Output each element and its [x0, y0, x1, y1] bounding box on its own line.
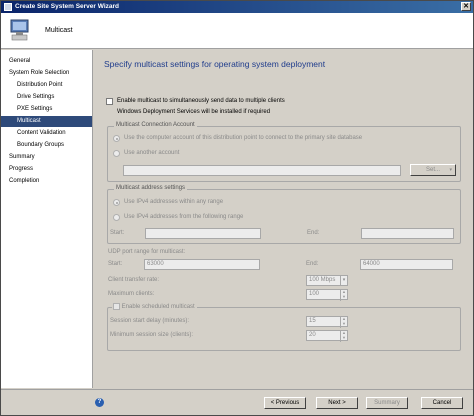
address-start-field[interactable] — [145, 228, 261, 239]
wds-note: Windows Deployment Services will be inst… — [117, 109, 271, 115]
session-size-value: 20 — [309, 332, 316, 338]
set-account-label: Set... — [425, 167, 440, 173]
spinner-arrows-icon: ▲ ▼ — [340, 331, 347, 342]
address-settings-group: Multicast address settings Use IPv4 addr… — [107, 185, 461, 244]
session-size-label: Minimum session size (clients): — [110, 332, 194, 338]
nav-item[interactable]: Summary — [1, 152, 92, 163]
use-another-account-radio[interactable] — [113, 150, 120, 157]
set-account-button[interactable]: Set... ▾ — [410, 164, 456, 176]
address-end-label: End: — [307, 230, 320, 236]
ipv4-any-range-radio[interactable] — [113, 199, 120, 206]
ipv4-from-range-radio[interactable] — [113, 214, 120, 221]
wizard-nav: General System Role Selection Distribution… — [1, 50, 93, 388]
udp-end-label: End: — [306, 261, 319, 267]
nav-item[interactable]: Drive Settings — [1, 92, 92, 103]
nav-item[interactable]: Boundary Groups — [1, 140, 92, 151]
scheduled-multicast-header: Enable scheduled multicast — [112, 303, 197, 311]
previous-button[interactable]: < Previous — [264, 397, 306, 409]
nav-item[interactable]: Progress — [1, 164, 92, 175]
transfer-rate-value: 100 Mbps — [309, 277, 336, 283]
address-end-field[interactable] — [361, 228, 454, 239]
title-bar: Create Site System Server Wizard ✕ — [1, 1, 473, 13]
use-another-account-label: Use another account — [124, 150, 180, 156]
udp-range-label: UDP port range for multicast: — [108, 249, 186, 255]
summary-button[interactable]: Summary — [366, 397, 408, 409]
ipv4-any-range-label: Use IPv4 addresses within any range — [124, 199, 224, 205]
nav-item[interactable]: PXE Settings — [1, 104, 92, 115]
window-title: Create Site System Server Wizard — [15, 3, 119, 10]
address-settings-title: Multicast address settings — [114, 185, 188, 191]
wizard-header: Multicast — [1, 13, 473, 49]
spinner-arrows-icon: ▲ ▼ — [340, 317, 347, 328]
computer-icon — [10, 19, 29, 41]
max-clients-value: 100 — [309, 291, 320, 297]
page-title: Multicast — [45, 27, 73, 34]
nav-item[interactable]: Multicast — [1, 116, 92, 127]
account-field[interactable] — [123, 165, 401, 176]
app-icon — [4, 3, 12, 11]
connection-account-title: Multicast Connection Account — [114, 122, 197, 128]
use-computer-account-label: Use the computer account of this distrib… — [124, 135, 363, 141]
connection-account-group: Multicast Connection Account Use the com… — [107, 122, 461, 182]
next-button[interactable]: Next > — [316, 397, 358, 409]
transfer-rate-select[interactable]: 100 Mbps ▾ — [306, 275, 348, 286]
nav-item[interactable]: Completion — [1, 176, 92, 187]
enable-multicast-label: Enable multicast to simultaneously send … — [117, 98, 285, 104]
enable-multicast-checkbox[interactable] — [106, 98, 113, 105]
nav-item[interactable]: Distribution Point — [1, 80, 92, 91]
wizard-window: Create Site System Server Wizard ✕ Multi… — [0, 0, 474, 416]
ipv4-from-range-label: Use IPv4 addresses from the following ra… — [124, 214, 244, 220]
session-delay-label: Session start delay (minutes): — [110, 318, 190, 324]
spinner-arrows-icon: ▲ ▼ — [340, 290, 347, 301]
nav-item[interactable]: System Role Selection — [1, 68, 92, 79]
wizard-footer: ? < Previous Next > Summary Cancel — [1, 389, 473, 415]
chevron-down-icon: ▾ — [340, 276, 347, 285]
session-delay-stepper[interactable]: 15 ▲ ▼ — [306, 316, 348, 328]
udp-end-field[interactable]: 64000 — [360, 259, 453, 270]
session-delay-value: 15 — [309, 318, 316, 324]
enable-scheduled-multicast-label: Enable scheduled multicast — [121, 304, 195, 311]
nav-item[interactable]: General — [1, 56, 92, 67]
cancel-button[interactable]: Cancel — [421, 397, 463, 409]
address-start-label: Start: — [110, 230, 125, 236]
session-size-stepper[interactable]: 20 ▲ ▼ — [306, 330, 348, 342]
max-clients-label: Maximum clients: — [108, 291, 155, 297]
page-heading: Specify multicast settings for operating… — [104, 59, 326, 69]
dropdown-arrow-icon: ▾ — [449, 167, 452, 173]
max-clients-stepper[interactable]: 100 ▲ ▼ — [306, 289, 348, 301]
multicast-page: Specify multicast settings for operating… — [94, 50, 473, 388]
scheduled-multicast-group: Enable scheduled multicast Session start… — [107, 303, 461, 351]
help-icon[interactable]: ? — [95, 398, 104, 407]
use-computer-account-radio[interactable] — [113, 135, 120, 142]
udp-start-field[interactable]: 63000 — [144, 259, 260, 270]
close-icon[interactable]: ✕ — [461, 2, 471, 11]
enable-scheduled-multicast-checkbox[interactable] — [113, 303, 120, 310]
nav-item[interactable]: Content Validation — [1, 128, 92, 139]
udp-start-label: Start: — [108, 261, 123, 267]
transfer-rate-label: Client transfer rate: — [108, 277, 160, 283]
